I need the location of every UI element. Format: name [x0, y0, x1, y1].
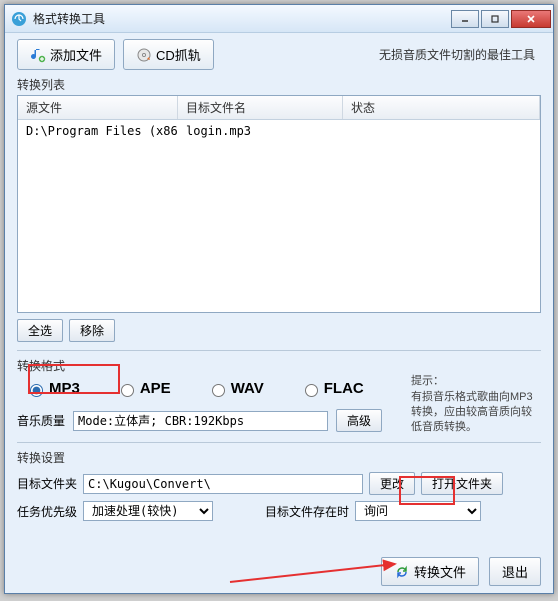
col-source[interactable]: 源文件 — [18, 96, 178, 119]
cd-grab-button[interactable]: CD抓轨 — [123, 39, 214, 70]
add-file-label: 添加文件 — [50, 45, 102, 64]
convert-label: 转换文件 — [414, 562, 466, 581]
radio-mp3[interactable]: MP3 — [17, 376, 88, 401]
minimize-button[interactable] — [451, 10, 479, 28]
list-heading: 转换列表 — [17, 76, 541, 93]
cell-status — [343, 122, 540, 140]
radio-mp3-input[interactable] — [30, 384, 43, 397]
radio-wav-input[interactable] — [212, 384, 225, 397]
window-title: 格式转换工具 — [33, 10, 449, 27]
cell-target: login.mp3 — [178, 122, 343, 140]
file-list-body: D:\Program Files (x86)\K.. login.mp3 — [18, 120, 540, 142]
hint-title: 提示： — [411, 374, 541, 389]
col-target[interactable]: 目标文件名 — [178, 96, 343, 119]
format-heading: 转换格式 — [17, 357, 541, 374]
radio-wav[interactable]: WAV — [199, 376, 272, 401]
settings-heading: 转换设置 — [17, 449, 541, 466]
radio-flac[interactable]: FLAC — [292, 376, 372, 401]
file-list: 源文件 目标文件名 状态 D:\Program Files (x86)\K.. … — [17, 95, 541, 313]
app-icon — [11, 11, 27, 27]
maximize-button[interactable] — [481, 10, 509, 28]
dest-folder-row: 目标文件夹 更改 打开文件夹 — [17, 472, 541, 495]
remove-button[interactable]: 移除 — [69, 319, 115, 342]
music-plus-icon — [30, 47, 46, 63]
hint-body: 有损音乐格式歌曲向MP3转换，应由较高音质向较低音质转换。 — [411, 390, 541, 435]
open-folder-button[interactable]: 打开文件夹 — [421, 472, 503, 495]
bottom-actions: 转换文件 退出 — [17, 557, 541, 586]
file-list-header: 源文件 目标文件名 状态 — [18, 96, 540, 120]
add-file-button[interactable]: 添加文件 — [17, 39, 115, 70]
cell-source: D:\Program Files (x86)\K.. — [18, 122, 178, 140]
radio-mp3-label: MP3 — [49, 380, 80, 397]
quality-label: 音乐质量 — [17, 412, 65, 429]
list-actions: 全选 移除 — [17, 319, 541, 342]
top-toolbar: 添加文件 CD抓轨 无损音质文件切割的最佳工具 — [17, 39, 541, 70]
priority-label: 任务优先级 — [17, 503, 77, 520]
select-all-button[interactable]: 全选 — [17, 319, 63, 342]
quality-select[interactable] — [73, 411, 328, 431]
priority-select[interactable]: 加速处理(较快) — [83, 501, 213, 521]
radio-ape-input[interactable] — [121, 384, 134, 397]
cd-icon — [136, 47, 152, 63]
radio-ape-label: APE — [140, 380, 171, 397]
cd-grab-label: CD抓轨 — [156, 45, 201, 64]
convert-button[interactable]: 转换文件 — [381, 557, 479, 586]
exists-label: 目标文件存在时 — [265, 503, 349, 520]
table-row[interactable]: D:\Program Files (x86)\K.. login.mp3 — [18, 120, 540, 142]
dest-label: 目标文件夹 — [17, 475, 77, 492]
close-button[interactable] — [511, 10, 551, 28]
refresh-icon — [394, 564, 410, 580]
radio-wav-label: WAV — [231, 380, 264, 397]
change-folder-button[interactable]: 更改 — [369, 472, 415, 495]
priority-row: 任务优先级 加速处理(较快) 目标文件存在时 询问 — [17, 501, 541, 521]
radio-flac-label: FLAC — [324, 380, 364, 397]
dest-folder-input[interactable] — [83, 474, 363, 494]
radio-flac-input[interactable] — [305, 384, 318, 397]
exit-button[interactable]: 退出 — [489, 557, 541, 586]
advanced-button[interactable]: 高级 — [336, 409, 382, 432]
hint-box: 提示： 有损音乐格式歌曲向MP3转换，应由较高音质向较低音质转换。 — [411, 374, 541, 434]
tagline-text: 无损音质文件切割的最佳工具 — [379, 46, 541, 63]
titlebar: 格式转换工具 — [5, 5, 553, 33]
divider — [17, 350, 541, 351]
window-body: 添加文件 CD抓轨 无损音质文件切割的最佳工具 转换列表 源文件 目标文件名 状… — [5, 33, 553, 593]
radio-ape[interactable]: APE — [108, 376, 179, 401]
app-window: 格式转换工具 添加文件 CD抓轨 无损音质文件切割的最佳 — [4, 4, 554, 594]
exists-select[interactable]: 询问 — [355, 501, 481, 521]
col-status[interactable]: 状态 — [343, 96, 540, 119]
format-options: MP3 APE WAV FLAC 提示： 有损音乐格式歌曲向MP3转换，应由较高… — [17, 376, 541, 401]
divider — [17, 442, 541, 443]
